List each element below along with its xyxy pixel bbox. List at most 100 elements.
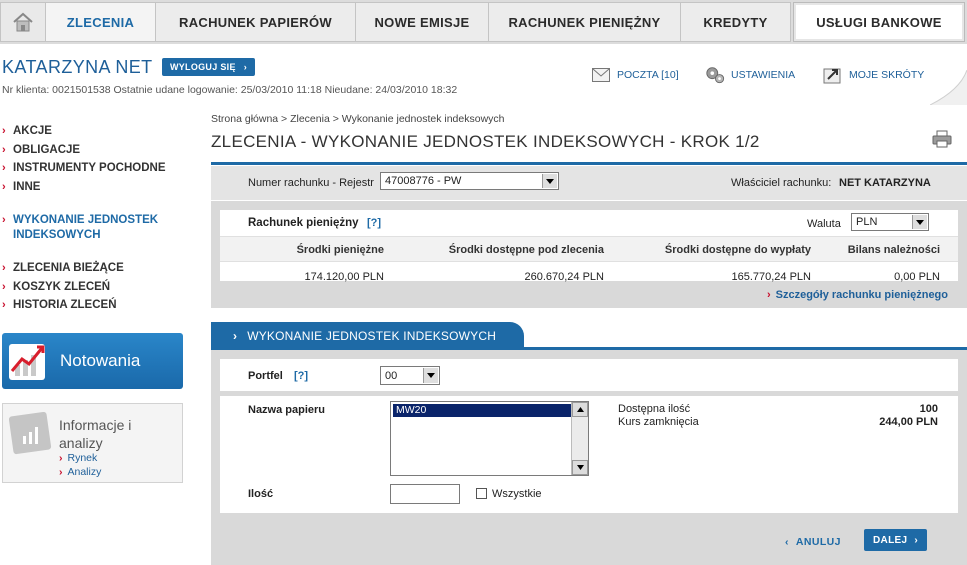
scroll-up-icon[interactable] bbox=[572, 402, 588, 417]
mail-link[interactable]: POCZTA [10] bbox=[591, 66, 679, 84]
paper-listbox[interactable]: MW20 bbox=[390, 401, 589, 476]
funds-help-link[interactable]: [?] bbox=[367, 217, 381, 229]
home-icon bbox=[13, 12, 33, 32]
col-header: Środki dostępne do wypłaty bbox=[664, 244, 811, 256]
sidebar-item-wykonanie[interactable]: › WYKONANIE JEDNOSTEK INDEKSOWYCH bbox=[2, 213, 172, 243]
next-button[interactable]: DALEJ › bbox=[864, 529, 927, 551]
cancel-label: ANULUJ bbox=[795, 536, 841, 548]
chevron-right-icon: › bbox=[2, 262, 6, 274]
funds-details-link[interactable]: › Szczegóły rachunku pieniężnego bbox=[767, 289, 948, 301]
account-value: 47008776 - PW bbox=[385, 175, 462, 187]
page-title: ZLECENIA - WYKONANIE JEDNOSTEK INDEKSOWY… bbox=[211, 132, 760, 151]
gears-icon bbox=[705, 66, 725, 84]
chevron-down-icon bbox=[423, 368, 438, 383]
sidebar-group-instruments: › AKCJE › OBLIGACJE › INSTRUMENTY POCHODNE … bbox=[2, 122, 166, 196]
currency-select[interactable]: PLN bbox=[851, 213, 929, 231]
close-price-value: 244,00 PLN bbox=[879, 416, 938, 428]
details-link-label: Szczegóły rachunku pieniężnego bbox=[775, 289, 948, 301]
cancel-link[interactable]: ‹ ANULUJ bbox=[785, 536, 841, 548]
order-form: Portfel [?] 00 Nazwa papieru MW20 Dostęp… bbox=[211, 350, 967, 565]
funds-available-orders-value: 260.670,24 PLN bbox=[524, 271, 604, 283]
sidebar-item-inne[interactable]: › INNE bbox=[2, 178, 166, 197]
all-checkbox[interactable] bbox=[476, 488, 487, 499]
envelope-icon bbox=[591, 66, 611, 84]
funds-cash-value: 174.120,00 PLN bbox=[304, 271, 384, 283]
sidebar-item-label: WYKONANIE JEDNOSTEK INDEKSOWYCH bbox=[13, 214, 159, 241]
available-label: Dostępna ilość bbox=[618, 403, 691, 415]
sidebar-item-zlecenia-biezace[interactable]: › ZLECENIA BIEŻĄCE bbox=[2, 259, 124, 278]
sidebar-item-label: INSTRUMENTY POCHODNE bbox=[13, 162, 166, 174]
paper-row: Nazwa papieru MW20 Dostępna ilość 100 Ku… bbox=[220, 396, 958, 513]
logout-button[interactable]: WYLOGUJ SIĘ › bbox=[162, 58, 255, 76]
user-name: KATARZYNA NET bbox=[2, 57, 153, 77]
chevron-right-icon: › bbox=[2, 162, 6, 174]
account-label: Numer rachunku - Rejestr bbox=[248, 177, 374, 189]
portfolio-select[interactable]: 00 bbox=[380, 366, 440, 385]
chevron-right-icon: › bbox=[2, 143, 6, 156]
mail-label: POCZTA [10] bbox=[617, 69, 679, 81]
tab-kredyty[interactable]: KREDYTY bbox=[681, 2, 791, 42]
funds-panel: Rachunek pieniężny [?] Waluta PLN Środki… bbox=[211, 201, 967, 308]
quantity-input[interactable] bbox=[390, 484, 460, 504]
account-select[interactable]: 47008776 - PW bbox=[380, 172, 559, 190]
chevron-right-icon: › bbox=[59, 466, 63, 478]
chevron-left-icon: ‹ bbox=[785, 536, 789, 548]
home-tab[interactable] bbox=[0, 2, 46, 42]
sidebar-item-historia-zlecen[interactable]: › HISTORIA ZLECEŃ bbox=[2, 296, 124, 315]
sidebar-item-koszyk-zlecen[interactable]: › KOSZYK ZLECEŃ bbox=[2, 278, 124, 297]
sidebar-item-akcje[interactable]: › AKCJE bbox=[2, 122, 166, 141]
form-section-tab: › WYKONANIE JEDNOSTEK INDEKSOWYCH bbox=[211, 322, 524, 349]
logout-label: WYLOGUJ SIĘ bbox=[169, 62, 236, 72]
tab-rachunek-pieniezny[interactable]: RACHUNEK PIENIĘŻNY bbox=[489, 2, 681, 42]
sidebar-item-label: ZLECENIA BIEŻĄCE bbox=[13, 262, 124, 274]
top-navigation: ZLECENIA RACHUNEK PAPIERÓW NOWE EMISJE R… bbox=[0, 0, 967, 44]
sidebar-item-obligacje[interactable]: › OBLIGACJE bbox=[2, 141, 166, 160]
col-header: Środki pieniężne bbox=[296, 244, 384, 256]
funds-title: Rachunek pieniężny bbox=[248, 217, 359, 229]
paper-option[interactable]: MW20 bbox=[393, 404, 571, 417]
chevron-down-icon bbox=[542, 174, 557, 188]
sidebar-group-orders: › ZLECENIA BIEŻĄCE › KOSZYK ZLECEŃ › HISTOR… bbox=[2, 259, 124, 315]
tab-zlecenia[interactable]: ZLECENIA bbox=[46, 2, 156, 42]
tab-uslugi-bankowe[interactable]: USŁUGI BANKOWE bbox=[793, 2, 965, 42]
chevron-right-icon: › bbox=[2, 280, 6, 293]
portfolio-value: 00 bbox=[385, 369, 398, 382]
link-label: Rynek bbox=[67, 452, 98, 464]
portfolio-help-link[interactable]: [?] bbox=[294, 370, 308, 382]
link-analizy[interactable]: › Analizy bbox=[59, 466, 101, 478]
sidebar-item-label: AKCJE bbox=[13, 125, 52, 137]
close-price-label: Kurs zamknięcia bbox=[618, 416, 699, 428]
printer-icon[interactable] bbox=[932, 130, 952, 148]
scroll-down-icon[interactable] bbox=[572, 460, 588, 475]
currency-label: Waluta bbox=[807, 218, 841, 230]
tab-rachunek-papierow[interactable]: RACHUNEK PAPIERÓW bbox=[156, 2, 356, 42]
account-bar: Numer rachunku - Rejestr 47008776 - PW W… bbox=[211, 166, 967, 200]
link-rynek[interactable]: › Rynek bbox=[59, 452, 97, 464]
portfolio-label: Portfel bbox=[248, 370, 283, 382]
chevron-right-icon: › bbox=[2, 299, 6, 311]
chevron-right-icon: › bbox=[59, 452, 63, 464]
paper-label: Nazwa papieru bbox=[248, 404, 326, 416]
tab-nowe-emisje[interactable]: NOWE EMISJE bbox=[356, 2, 489, 42]
sidebar-item-label: INNE bbox=[13, 180, 41, 193]
funds-header-row: Środki pieniężne Środki dostępne pod zle… bbox=[220, 236, 958, 262]
chevron-right-icon: › bbox=[914, 534, 918, 546]
breadcrumb: Strona główna > Zlecenia > Wykonanie jed… bbox=[211, 113, 505, 125]
shortcuts-link[interactable]: MOJE SKRÓTY bbox=[823, 66, 924, 84]
chevron-right-icon: › bbox=[2, 214, 6, 226]
notowania-banner[interactable]: Notowania bbox=[2, 333, 183, 389]
notowania-label: Notowania bbox=[60, 351, 141, 370]
next-label: DALEJ bbox=[873, 534, 908, 546]
owner-label: Właściciel rachunku: bbox=[731, 177, 832, 189]
chevron-right-icon: › bbox=[233, 328, 238, 343]
chevron-right-icon: › bbox=[2, 125, 6, 137]
chevron-right-icon: › bbox=[766, 289, 771, 301]
bar-chart-icon bbox=[9, 412, 52, 455]
listbox-scrollbar[interactable] bbox=[571, 402, 588, 475]
sidebar-item-instrumenty-pochodne[interactable]: › INSTRUMENTY POCHODNE bbox=[2, 159, 166, 178]
title-divider bbox=[211, 162, 967, 165]
all-label: Wszystkie bbox=[492, 488, 542, 500]
sidebar-group-active: › WYKONANIE JEDNOSTEK INDEKSOWYCH bbox=[2, 213, 172, 243]
available-value: 100 bbox=[919, 403, 938, 415]
settings-link[interactable]: USTAWIENIA bbox=[705, 66, 795, 84]
